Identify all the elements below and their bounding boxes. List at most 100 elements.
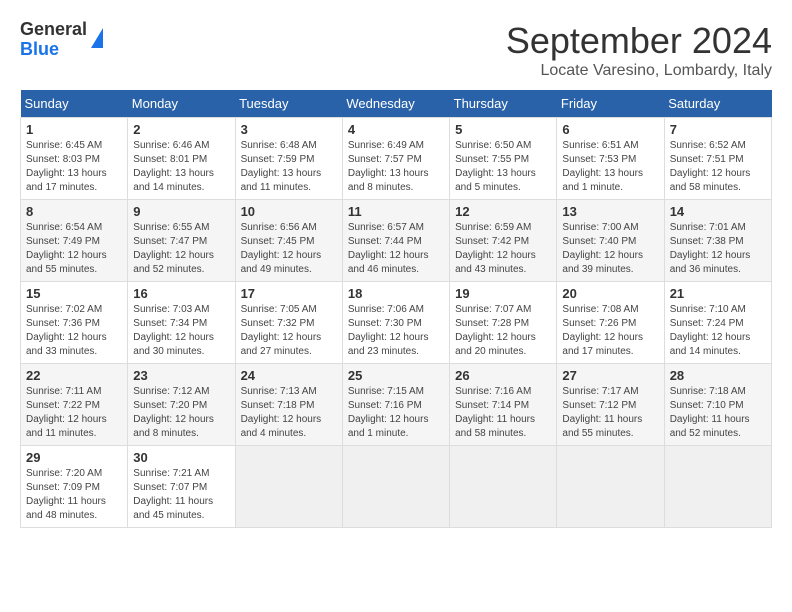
- calendar-cell: 22Sunrise: 7:11 AMSunset: 7:22 PMDayligh…: [21, 364, 128, 446]
- month-title: September 2024: [506, 20, 772, 62]
- calendar-cell: 4 Sunrise: 6:49 AMSunset: 7:57 PMDaylight…: [342, 118, 449, 200]
- calendar-cell: [235, 446, 342, 528]
- day-info: Sunrise: 6:46 AMSunset: 8:01 PMDaylight:…: [133, 139, 229, 195]
- logo-general: General: [20, 20, 87, 40]
- day-number: 1: [26, 122, 122, 137]
- day-number: 4: [348, 122, 444, 137]
- day-number: 3: [241, 122, 337, 137]
- logo-blue: Blue: [20, 40, 87, 60]
- calendar-cell: 2 Sunrise: 6:46 AMSunset: 8:01 PMDaylight…: [128, 118, 235, 200]
- calendar-week-row: 15 Sunrise: 7:02 AMSunset: 7:36 PMDayligh…: [21, 282, 772, 364]
- header-thursday: Thursday: [450, 90, 557, 118]
- calendar-cell: 14 Sunrise: 7:01 AMSunset: 7:38 PMDayligh…: [664, 200, 771, 282]
- calendar-cell: 26 Sunrise: 7:16 AMSunset: 7:14 PMDayligh…: [450, 364, 557, 446]
- calendar-cell: 19Sunrise: 7:07 AMSunset: 7:28 PMDayligh…: [450, 282, 557, 364]
- page-header: General Blue September 2024 Locate Vares…: [20, 20, 772, 80]
- calendar-cell: 5Sunrise: 6:50 AMSunset: 7:55 PMDaylight…: [450, 118, 557, 200]
- day-info: Sunrise: 7:21 AMSunset: 7:07 PMDaylight:…: [133, 467, 229, 523]
- day-info: Sunrise: 7:16 AMSunset: 7:14 PMDaylight:…: [455, 385, 551, 441]
- day-info: Sunrise: 6:49 AMSunset: 7:57 PMDaylight:…: [348, 139, 444, 195]
- day-number: 6: [562, 122, 658, 137]
- calendar-cell: 23Sunrise: 7:12 AMSunset: 7:20 PMDayligh…: [128, 364, 235, 446]
- calendar-cell: 12 Sunrise: 6:59 AMSunset: 7:42 PMDayligh…: [450, 200, 557, 282]
- location-label: Locate Varesino, Lombardy, Italy: [506, 62, 772, 80]
- calendar-header-row: SundayMondayTuesdayWednesdayThursdayFrid…: [21, 90, 772, 118]
- day-number: 23: [133, 368, 229, 383]
- day-info: Sunrise: 6:55 AMSunset: 7:47 PMDaylight:…: [133, 221, 229, 277]
- day-info: Sunrise: 7:02 AMSunset: 7:36 PMDaylight:…: [26, 303, 122, 359]
- day-number: 25: [348, 368, 444, 383]
- day-number: 30: [133, 450, 229, 465]
- day-info: Sunrise: 6:59 AMSunset: 7:42 PMDaylight:…: [455, 221, 551, 277]
- header-sunday: Sunday: [21, 90, 128, 118]
- day-info: Sunrise: 7:01 AMSunset: 7:38 PMDaylight:…: [670, 221, 766, 277]
- day-info: Sunrise: 7:00 AMSunset: 7:40 PMDaylight:…: [562, 221, 658, 277]
- header-saturday: Saturday: [664, 90, 771, 118]
- day-number: 2: [133, 122, 229, 137]
- calendar-cell: 11 Sunrise: 6:57 AMSunset: 7:44 PMDayligh…: [342, 200, 449, 282]
- day-number: 14: [670, 204, 766, 219]
- calendar-cell: [342, 446, 449, 528]
- calendar-cell: 10 Sunrise: 6:56 AMSunset: 7:45 PMDayligh…: [235, 200, 342, 282]
- day-info: Sunrise: 7:07 AMSunset: 7:28 PMDaylight:…: [455, 303, 551, 359]
- day-info: Sunrise: 6:48 AMSunset: 7:59 PMDaylight:…: [241, 139, 337, 195]
- calendar-cell: 20 Sunrise: 7:08 AMSunset: 7:26 PMDayligh…: [557, 282, 664, 364]
- day-number: 18: [348, 286, 444, 301]
- calendar-cell: 16 Sunrise: 7:03 AMSunset: 7:34 PMDayligh…: [128, 282, 235, 364]
- day-info: Sunrise: 7:03 AMSunset: 7:34 PMDaylight:…: [133, 303, 229, 359]
- day-info: Sunrise: 6:50 AMSunset: 7:55 PMDaylight:…: [455, 139, 551, 195]
- calendar-table: SundayMondayTuesdayWednesdayThursdayFrid…: [20, 90, 772, 528]
- day-info: Sunrise: 6:52 AMSunset: 7:51 PMDaylight:…: [670, 139, 766, 195]
- calendar-cell: 8 Sunrise: 6:54 AMSunset: 7:49 PMDaylight…: [21, 200, 128, 282]
- calendar-cell: 30 Sunrise: 7:21 AMSunset: 7:07 PMDayligh…: [128, 446, 235, 528]
- day-info: Sunrise: 7:17 AMSunset: 7:12 PMDaylight:…: [562, 385, 658, 441]
- day-number: 29: [26, 450, 122, 465]
- calendar-cell: 29 Sunrise: 7:20 AMSunset: 7:09 PMDayligh…: [21, 446, 128, 528]
- day-number: 22: [26, 368, 122, 383]
- day-number: 21: [670, 286, 766, 301]
- day-number: 26: [455, 368, 551, 383]
- logo: General Blue: [20, 20, 103, 60]
- day-info: Sunrise: 7:08 AMSunset: 7:26 PMDaylight:…: [562, 303, 658, 359]
- day-number: 10: [241, 204, 337, 219]
- header-monday: Monday: [128, 90, 235, 118]
- day-info: Sunrise: 7:15 AMSunset: 7:16 PMDaylight:…: [348, 385, 444, 441]
- day-number: 11: [348, 204, 444, 219]
- calendar-week-row: 29 Sunrise: 7:20 AMSunset: 7:09 PMDayligh…: [21, 446, 772, 528]
- day-number: 9: [133, 204, 229, 219]
- calendar-cell: 27 Sunrise: 7:17 AMSunset: 7:12 PMDayligh…: [557, 364, 664, 446]
- day-number: 12: [455, 204, 551, 219]
- day-info: Sunrise: 6:54 AMSunset: 7:49 PMDaylight:…: [26, 221, 122, 277]
- calendar-week-row: 1 Sunrise: 6:45 AMSunset: 8:03 PMDaylight…: [21, 118, 772, 200]
- day-number: 20: [562, 286, 658, 301]
- day-number: 15: [26, 286, 122, 301]
- calendar-cell: 28Sunrise: 7:18 AMSunset: 7:10 PMDayligh…: [664, 364, 771, 446]
- day-number: 16: [133, 286, 229, 301]
- calendar-cell: 13Sunrise: 7:00 AMSunset: 7:40 PMDayligh…: [557, 200, 664, 282]
- calendar-cell: 24Sunrise: 7:13 AMSunset: 7:18 PMDayligh…: [235, 364, 342, 446]
- day-info: Sunrise: 7:06 AMSunset: 7:30 PMDaylight:…: [348, 303, 444, 359]
- day-number: 8: [26, 204, 122, 219]
- day-number: 28: [670, 368, 766, 383]
- day-number: 27: [562, 368, 658, 383]
- header-tuesday: Tuesday: [235, 90, 342, 118]
- calendar-cell: 7 Sunrise: 6:52 AMSunset: 7:51 PMDaylight…: [664, 118, 771, 200]
- calendar-week-row: 8 Sunrise: 6:54 AMSunset: 7:49 PMDaylight…: [21, 200, 772, 282]
- logo-triangle-icon: [91, 28, 103, 48]
- day-info: Sunrise: 6:56 AMSunset: 7:45 PMDaylight:…: [241, 221, 337, 277]
- day-info: Sunrise: 6:45 AMSunset: 8:03 PMDaylight:…: [26, 139, 122, 195]
- day-info: Sunrise: 7:13 AMSunset: 7:18 PMDaylight:…: [241, 385, 337, 441]
- title-section: September 2024 Locate Varesino, Lombardy…: [506, 20, 772, 80]
- calendar-cell: 3 Sunrise: 6:48 AMSunset: 7:59 PMDaylight…: [235, 118, 342, 200]
- day-info: Sunrise: 6:51 AMSunset: 7:53 PMDaylight:…: [562, 139, 658, 195]
- header-friday: Friday: [557, 90, 664, 118]
- calendar-cell: 18 Sunrise: 7:06 AMSunset: 7:30 PMDayligh…: [342, 282, 449, 364]
- day-info: Sunrise: 7:20 AMSunset: 7:09 PMDaylight:…: [26, 467, 122, 523]
- logo-text: General Blue: [20, 20, 87, 60]
- day-info: Sunrise: 6:57 AMSunset: 7:44 PMDaylight:…: [348, 221, 444, 277]
- calendar-cell: 21Sunrise: 7:10 AMSunset: 7:24 PMDayligh…: [664, 282, 771, 364]
- calendar-cell: 25 Sunrise: 7:15 AMSunset: 7:16 PMDayligh…: [342, 364, 449, 446]
- calendar-week-row: 22Sunrise: 7:11 AMSunset: 7:22 PMDayligh…: [21, 364, 772, 446]
- calendar-cell: 9 Sunrise: 6:55 AMSunset: 7:47 PMDaylight…: [128, 200, 235, 282]
- day-number: 7: [670, 122, 766, 137]
